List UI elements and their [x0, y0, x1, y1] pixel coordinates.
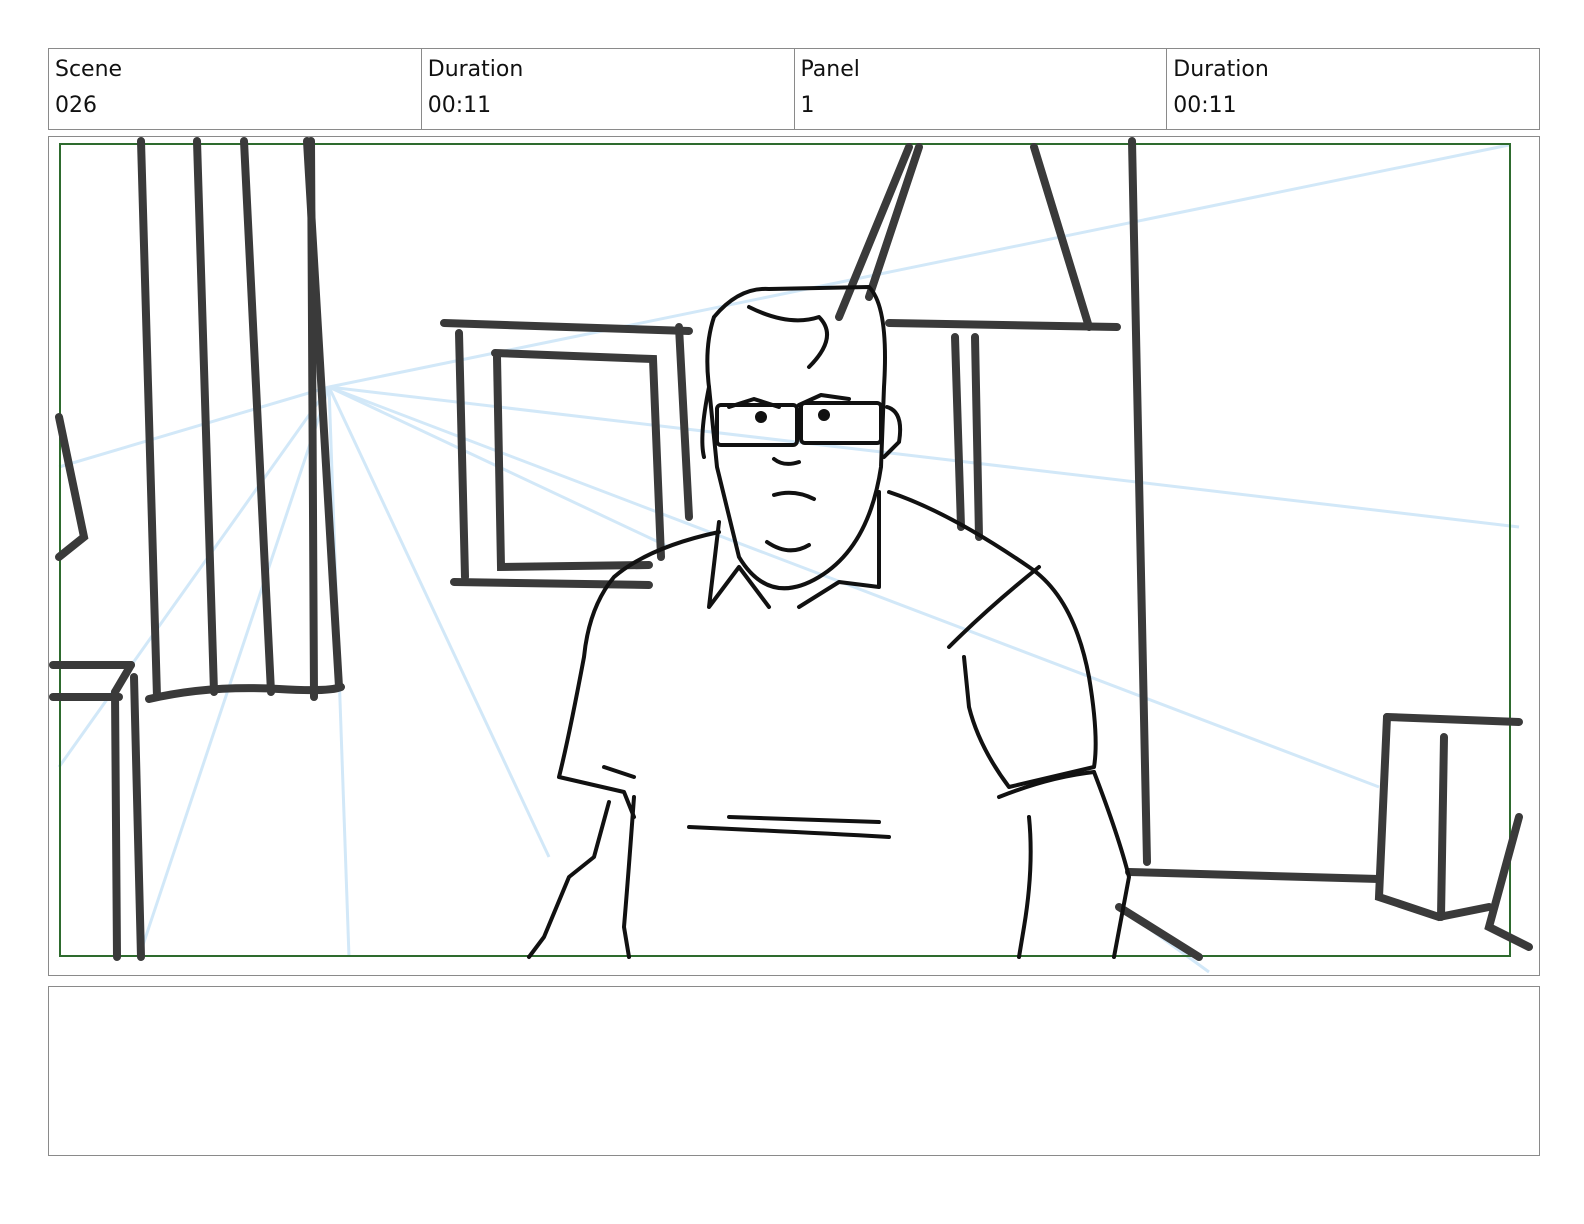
- scene-duration-label: Duration: [427, 57, 524, 82]
- panel-duration-cell: Duration 00:11: [1167, 49, 1539, 129]
- panel-duration-value: 00:11: [1173, 93, 1237, 118]
- scene-value: 026: [55, 93, 97, 118]
- storyboard-header: Scene 026 Duration 00:11 Panel 1 Duratio…: [48, 48, 1540, 130]
- perspective-guides: [57, 143, 1520, 974]
- scene-duration-value: 00:11: [427, 93, 492, 118]
- scene-cell: Scene 026: [49, 49, 422, 129]
- storyboard-sketch: [49, 137, 1533, 974]
- panel-cell: Panel 1: [795, 49, 1168, 129]
- panel-duration-label: Duration: [1173, 57, 1269, 82]
- panel-notes-box: [48, 986, 1540, 1156]
- character-sketch: [527, 285, 1131, 959]
- scene-duration-cell: Duration 00:11: [422, 49, 795, 129]
- storyboard-panel-frame: [48, 136, 1540, 976]
- scene-label: Scene: [55, 57, 123, 82]
- panel-label: Panel: [800, 57, 860, 82]
- panel-value: 1: [800, 93, 815, 118]
